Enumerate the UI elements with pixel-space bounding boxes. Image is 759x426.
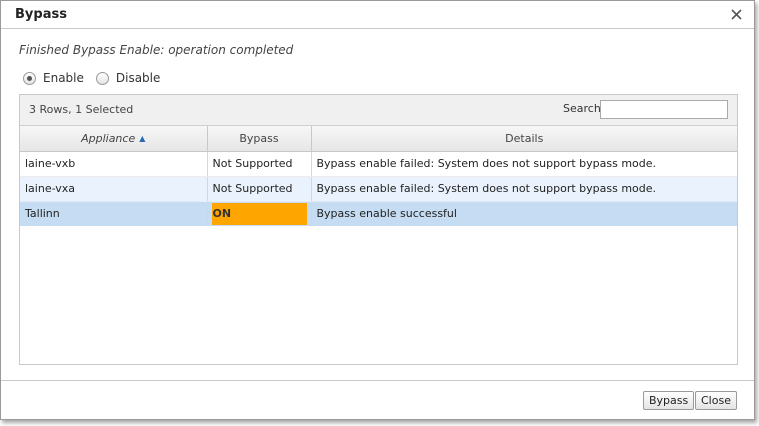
sort-ascending-icon: ▲ (139, 133, 146, 143)
appliance-cell: laine-vxb (20, 151, 208, 177)
close-button[interactable]: Close (695, 391, 737, 410)
table-row[interactable]: laine-vxa Not Supported Bypass enable fa… (20, 176, 737, 202)
enable-radio[interactable] (23, 71, 36, 85)
appliance-grid: 3 Rows, 1 Selected Search Appliance ▲ Byp… (19, 94, 738, 365)
bypass-button[interactable]: Bypass (643, 391, 695, 410)
bypass-cell: Not Supported (207, 176, 312, 202)
row-count-summary: 3 Rows, 1 Selected (29, 103, 134, 116)
enable-radio-label: Enable (43, 71, 84, 85)
dialog-title: Bypass (15, 7, 67, 22)
column-header-appliance[interactable]: Appliance ▲ (20, 126, 208, 152)
details-cell: Bypass enable successful (311, 201, 737, 226)
bypass-on-badge: ON (211, 202, 307, 225)
appliance-cell: Tallinn (20, 201, 208, 226)
disable-radio-label: Disable (115, 71, 161, 85)
appliance-table: Appliance ▲ Bypass Details laine-vxb Not … (20, 126, 737, 226)
bypass-cell: ON (207, 201, 312, 226)
close-icon[interactable] (729, 5, 745, 23)
table-row-selected[interactable]: Tallinn ON Bypass enable successful (20, 201, 737, 226)
table-row[interactable]: laine-vxb Not Supported Bypass enable fa… (20, 151, 737, 177)
search-input[interactable] (600, 100, 728, 119)
status-message: Finished Bypass Enable: operation comple… (19, 43, 294, 57)
details-cell: Bypass enable failed: System does not su… (311, 151, 737, 177)
disable-radio-option[interactable]: Disable (95, 71, 161, 85)
grid-toolbar: 3 Rows, 1 Selected Search (20, 95, 737, 126)
column-header-details[interactable]: Details (311, 126, 737, 152)
search-label: Search (563, 102, 601, 115)
enable-radio-option[interactable]: Enable (23, 71, 84, 85)
details-cell: Bypass enable failed: System does not su… (311, 176, 737, 202)
dialog-footer: Bypass Close (1, 380, 754, 419)
bypass-dialog: Bypass Finished Bypass Enable: operation… (0, 0, 755, 420)
appliance-cell: laine-vxa (20, 176, 208, 202)
bypass-cell: Not Supported (207, 151, 312, 177)
column-header-appliance-label: Appliance (81, 131, 136, 145)
mode-radio-group: Enable Disable (23, 70, 172, 86)
dialog-titlebar: Bypass (1, 1, 754, 29)
disable-radio[interactable] (95, 71, 109, 85)
column-header-bypass[interactable]: Bypass (207, 126, 312, 152)
table-header-row: Appliance ▲ Bypass Details (20, 126, 737, 152)
